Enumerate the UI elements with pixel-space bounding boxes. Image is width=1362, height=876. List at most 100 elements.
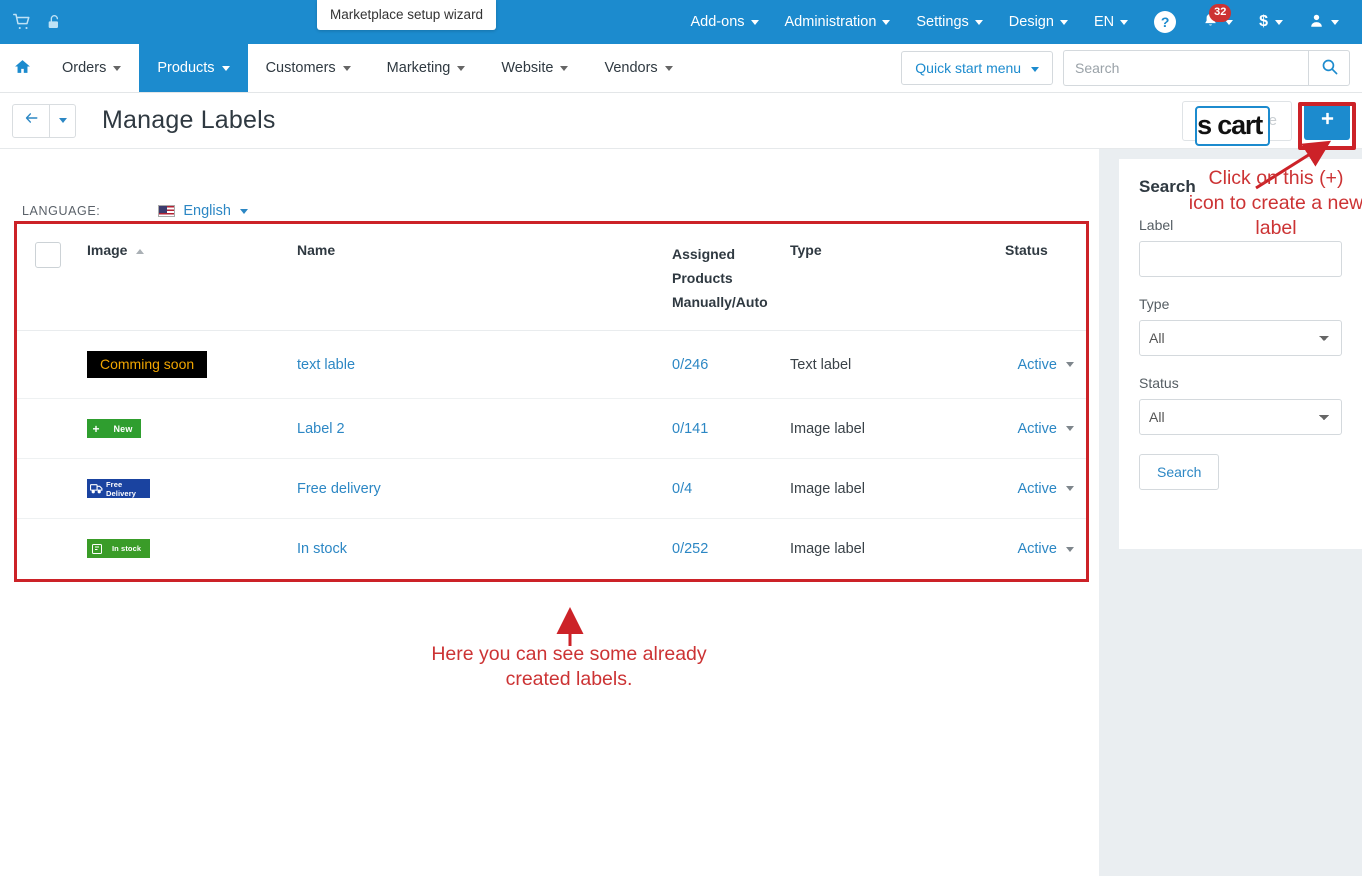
nav-item-vendors-label: Vendors	[604, 60, 658, 76]
back-button[interactable]	[12, 103, 50, 138]
back-dropdown-button[interactable]	[50, 103, 76, 138]
annotation-created-labels-text: Here you can see some already created la…	[431, 643, 707, 690]
row-image-cell: In stock	[79, 519, 289, 579]
row-image-cell: Free Delivery	[79, 458, 289, 520]
back-button-group	[12, 103, 76, 138]
labels-table-container: Image Name Assigned Products Manually/Au…	[14, 221, 1089, 582]
status-badge[interactable]: Active	[1017, 481, 1074, 497]
nav-item-orders[interactable]: Orders	[44, 44, 139, 92]
row-type-cell: Text label	[782, 330, 997, 400]
row-assigned-cell: 0/4	[664, 458, 782, 520]
assigned-products-link[interactable]: 0/4	[672, 481, 692, 497]
chevron-down-icon	[1059, 19, 1068, 25]
column-header-image[interactable]: Image	[79, 224, 289, 332]
search-submit-button[interactable]: Search	[1139, 454, 1220, 490]
status-badge[interactable]: Active	[1017, 541, 1074, 557]
top-bar-left-icons	[0, 12, 64, 32]
user-menu-button[interactable]	[1296, 0, 1352, 44]
chevron-down-icon	[1066, 362, 1074, 368]
label-preview-badge: + New	[87, 419, 141, 439]
nav-item-marketing[interactable]: Marketing	[369, 44, 484, 92]
quick-start-menu-button[interactable]: Quick start menu	[901, 51, 1053, 85]
topbar-menu-administration-label: Administration	[784, 14, 877, 30]
nav-item-products[interactable]: Products	[139, 44, 248, 92]
add-new-label-button[interactable]	[1304, 101, 1350, 140]
search-side-panel: Search Label Type All Status All Search	[1099, 149, 1362, 876]
column-header-image-label: Image	[87, 242, 128, 258]
global-search-input[interactable]	[1063, 50, 1308, 86]
cscart-logo-overlay: s cart	[1195, 105, 1270, 146]
column-header-name-label: Name	[297, 242, 336, 258]
status-badge-label: Active	[1017, 420, 1057, 437]
status-filter-select[interactable]: All	[1139, 399, 1342, 435]
topbar-menu-language[interactable]: EN	[1081, 0, 1141, 44]
quick-start-menu-label: Quick start menu	[915, 60, 1022, 76]
select-all-checkbox[interactable]	[35, 242, 61, 268]
page-title-bar-actions: Demo Store s cart	[1181, 100, 1362, 150]
nav-item-vendors[interactable]: Vendors	[586, 44, 690, 92]
type-filter-select[interactable]: All	[1139, 320, 1342, 356]
nav-item-orders-label: Orders	[62, 60, 107, 76]
unlock-icon[interactable]	[44, 12, 64, 32]
label-name-link[interactable]: Label 2	[297, 421, 345, 437]
help-button[interactable]: ?	[1141, 0, 1189, 44]
topbar-menu-administration[interactable]: Administration	[772, 0, 904, 44]
label-preview-text: Comming soon	[100, 356, 195, 373]
topbar-menu-addons[interactable]: Add-ons	[678, 0, 772, 44]
notifications-button[interactable]: 32	[1189, 0, 1246, 44]
topbar-menu-design-label: Design	[1008, 14, 1054, 30]
language-current-button[interactable]: English	[183, 203, 248, 219]
label-name-link[interactable]: text lable	[297, 357, 355, 373]
label-name-link[interactable]: In stock	[297, 541, 347, 557]
status-badge[interactable]: Active	[1017, 357, 1074, 373]
chevron-down-icon	[113, 65, 122, 71]
label-name-link[interactable]: Free delivery	[297, 481, 381, 497]
label-search-input[interactable]	[1139, 241, 1342, 277]
nav-item-marketing-label: Marketing	[386, 60, 451, 76]
status-badge[interactable]: Active	[1017, 421, 1074, 437]
row-select-cell	[17, 458, 79, 520]
plus-icon	[1320, 110, 1335, 132]
box-icon	[91, 543, 103, 555]
chevron-down-icon	[664, 65, 673, 71]
search-submit-label: Search	[1157, 464, 1202, 480]
row-select-cell	[17, 398, 79, 460]
assigned-products-link[interactable]: 0/141	[672, 421, 708, 437]
nav-item-website[interactable]: Website	[483, 44, 586, 92]
search-icon	[1321, 58, 1338, 78]
column-header-type-label: Type	[790, 242, 822, 258]
chevron-down-icon	[1120, 19, 1129, 25]
topbar-menu-design[interactable]: Design	[996, 0, 1081, 44]
table-row[interactable]: Comming soon text lable 0/246 Text label	[17, 330, 1086, 400]
table-row[interactable]: In stock In stock 0/252 Image label Acti…	[17, 519, 1086, 579]
nav-home-button[interactable]	[0, 44, 44, 92]
nav-item-customers-label: Customers	[265, 60, 336, 76]
assigned-products-link[interactable]: 0/252	[672, 541, 708, 557]
assigned-products-link[interactable]: 0/246	[672, 357, 708, 373]
chevron-down-icon	[239, 208, 248, 214]
global-search	[1063, 50, 1350, 86]
cart-icon[interactable]	[12, 12, 32, 32]
row-status-cell: Active	[997, 519, 1086, 579]
row-type-cell: Image label	[790, 540, 865, 557]
row-assigned-cell: 0/252	[664, 519, 782, 579]
column-header-name[interactable]: Name	[289, 224, 664, 332]
chevron-down-icon	[750, 19, 759, 25]
row-status-cell: Active	[997, 330, 1086, 400]
nav-item-customers[interactable]: Customers	[248, 44, 369, 92]
row-name-cell: Label 2	[289, 398, 664, 460]
row-name-cell: text lable	[289, 330, 664, 400]
top-bar-right-menus: Add-ons Administration Settings Design E…	[678, 0, 1362, 44]
currency-button[interactable]: $	[1246, 0, 1296, 44]
topbar-menu-settings[interactable]: Settings	[903, 0, 995, 44]
chevron-down-icon	[1066, 546, 1074, 552]
main-navigation: Orders Products Customers Marketing Webs…	[0, 44, 1362, 93]
global-search-button[interactable]	[1308, 50, 1350, 86]
table-row[interactable]: + New Label 2 0/141 Image label Active	[17, 398, 1086, 460]
topbar-menu-settings-label: Settings	[916, 14, 969, 30]
marketplace-setup-wizard-tooltip[interactable]: Marketplace setup wizard	[317, 0, 497, 30]
arrow-left-icon	[23, 111, 40, 130]
top-bar: Add-ons Administration Settings Design E…	[0, 0, 1362, 44]
chevron-down-icon	[457, 65, 466, 71]
table-row[interactable]: Free Delivery Free delivery 0/4 Image la…	[17, 458, 1086, 520]
